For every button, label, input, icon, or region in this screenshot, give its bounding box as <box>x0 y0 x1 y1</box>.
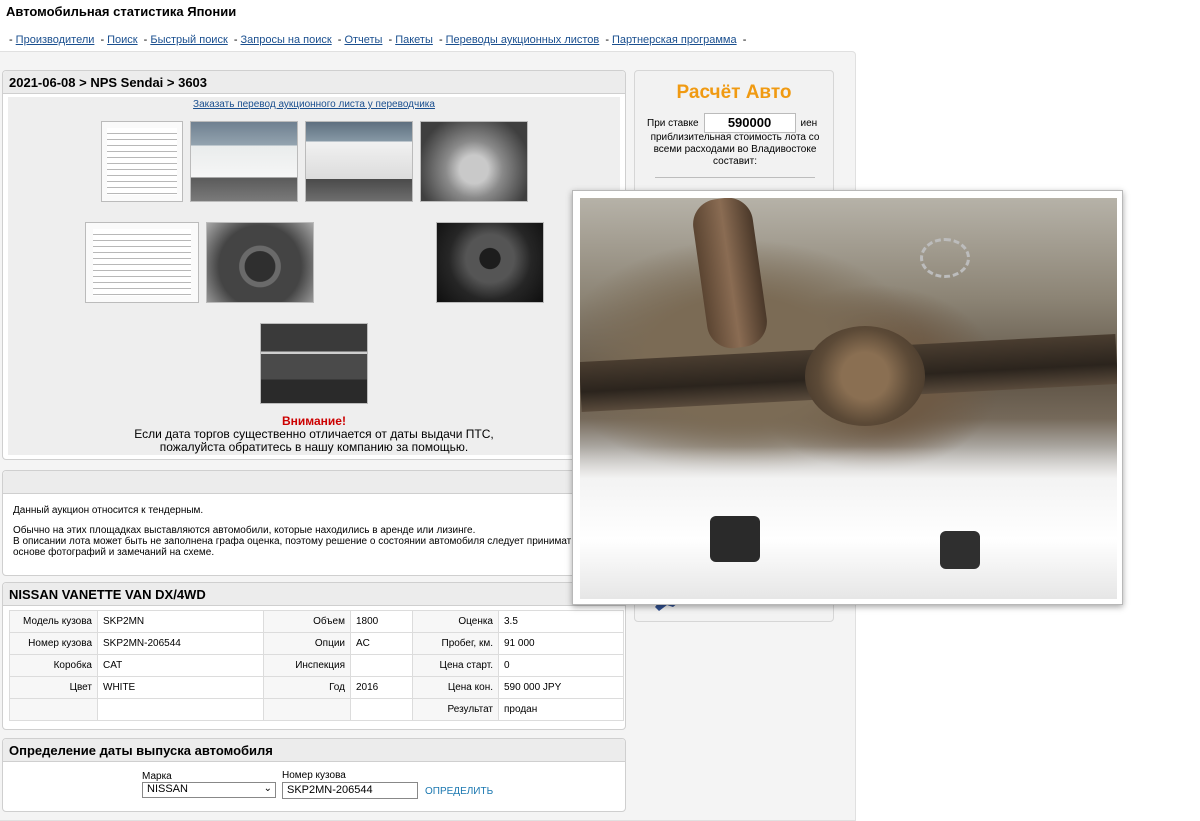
body-number-label: Номер кузова <box>282 770 346 781</box>
spec-label: Коробка <box>9 654 98 677</box>
spec-value: 2016 <box>350 676 413 699</box>
spec-value: 1800 <box>350 610 413 633</box>
spec-value: SKP2MN-206544 <box>97 632 264 655</box>
table-row: Цвет WHITE Год 2016 Цена кон. 590 000 JP… <box>9 676 624 699</box>
bid-input[interactable]: 590000 <box>703 113 796 133</box>
spec-label: Оценка <box>412 610 499 633</box>
bid-row: При ставке 590000 иен <box>647 113 827 133</box>
lot-gallery-panel: 2021-06-08 > NPS Sendai > 3603 Заказать … <box>2 70 626 460</box>
spec-label: Инспекция <box>263 654 351 677</box>
nav-partner-program[interactable]: Партнерская программа <box>612 34 737 46</box>
car-info-panel: NISSAN VANETTE VAN DX/4WD Модель кузова … <box>2 582 626 730</box>
make-selected-value: NISSAN <box>147 783 188 795</box>
nav-packages[interactable]: Пакеты <box>395 34 433 46</box>
car-title: NISSAN VANETTE VAN DX/4WD <box>3 583 625 606</box>
tender-line-4: основе фотографий и замечаний на схеме. <box>13 547 215 558</box>
spec-value: WHITE <box>97 676 264 699</box>
spec-value: продан <box>498 698 624 721</box>
auction-sheet-2-thumbnail[interactable] <box>85 222 199 303</box>
make-label: Марка <box>142 771 172 782</box>
nav-reports[interactable]: Отчеты <box>344 34 382 46</box>
body-number-input[interactable]: SKP2MN-206544 <box>282 782 418 799</box>
spec-value: CAT <box>97 654 264 677</box>
table-row: Результат продан <box>9 698 624 721</box>
spec-label: Цена кон. <box>412 676 499 699</box>
spec-value: 590 000 JPY <box>498 676 624 699</box>
spec-label: Модель кузова <box>9 610 98 633</box>
spec-value: 3.5 <box>498 610 624 633</box>
attention-notice: Внимание! Если дата торгов существенно о… <box>8 415 620 454</box>
nav-search[interactable]: Поиск <box>107 34 137 46</box>
order-translation-link[interactable]: Заказать перевод аукционного листа у пер… <box>8 99 620 110</box>
calc-description: приблизительная стоимость лота со всеми … <box>650 132 820 167</box>
spec-value: SKP2MN <box>97 610 264 633</box>
photo-cargo-thumbnail[interactable] <box>420 121 528 202</box>
spec-label: Опции <box>263 632 351 655</box>
spec-label: Результат <box>412 698 499 721</box>
tender-line-3: В описании лота может быть не заполнена … <box>13 536 572 547</box>
currency-label: иен <box>800 117 818 129</box>
car-specs-table: Модель кузова SKP2MN Объем 1800 Оценка 3… <box>9 610 624 721</box>
spec-value <box>350 654 413 677</box>
spec-value <box>350 698 413 721</box>
year-lookup-panel: Определение даты выпуска автомобиля Марк… <box>2 738 626 812</box>
nav-quick-search[interactable]: Быстрый поиск <box>150 34 227 46</box>
make-select[interactable]: NISSAN ⌄ <box>142 782 276 798</box>
photo-front-thumbnail[interactable] <box>190 121 298 202</box>
auction-sheet-thumbnail[interactable] <box>101 121 183 202</box>
spec-label: Цена старт. <box>412 654 499 677</box>
photo-steering-thumbnail[interactable] <box>206 222 314 303</box>
tender-line-2: Обычно на этих площадках выставляются ав… <box>13 525 476 536</box>
photo-shifter-thumbnail[interactable] <box>436 222 544 303</box>
spec-label: Год <box>263 676 351 699</box>
top-nav: - Производители - Поиск - Быстрый поиск - За… <box>9 34 747 46</box>
year-lookup-title: Определение даты выпуска автомобиля <box>3 739 625 762</box>
lot-header: 2021-06-08 > NPS Sendai > 3603 <box>3 71 625 94</box>
spec-value: AC <box>350 632 413 655</box>
spec-label <box>263 698 351 721</box>
spec-label: Номер кузова <box>9 632 98 655</box>
chevron-down-icon: ⌄ <box>263 783 272 794</box>
spec-label: Объем <box>263 610 351 633</box>
calc-divider <box>655 177 815 178</box>
photo-gallery: Заказать перевод аукционного листа у пер… <box>8 97 620 455</box>
spec-label: Пробег, км. <box>412 632 499 655</box>
spec-value <box>97 698 264 721</box>
photo-lightbox[interactable] <box>572 190 1123 605</box>
determine-button[interactable]: ОПРЕДЕЛИТЬ <box>425 786 493 797</box>
spec-label: Цвет <box>9 676 98 699</box>
attention-line-2: пожалуйста обратитесь в нашу компанию за… <box>159 440 469 454</box>
nav-manufacturers[interactable]: Производители <box>16 34 95 46</box>
table-row: Коробка CAT Инспекция Цена старт. 0 <box>9 654 624 677</box>
photo-climate-thumbnail[interactable] <box>260 323 368 404</box>
spec-label <box>9 698 98 721</box>
table-row: Номер кузова SKP2MN-206544 Опции AC Проб… <box>9 632 624 655</box>
spec-value: 0 <box>498 654 624 677</box>
tender-line-1: Данный аукцион относится к тендерным. <box>13 505 204 516</box>
table-row: Модель кузова SKP2MN Объем 1800 Оценка 3… <box>9 610 624 633</box>
bid-label: При ставке <box>647 117 699 129</box>
enlarged-undercarriage-photo[interactable] <box>580 198 1117 599</box>
tender-text: Данный аукцион относится к тендерным. Об… <box>13 505 619 558</box>
site-title: Автомобильная статистика Японии <box>6 4 237 19</box>
spec-value: 91 000 <box>498 632 624 655</box>
photo-rear-thumbnail[interactable] <box>305 121 413 202</box>
tender-header <box>3 471 625 494</box>
nav-auction-translations[interactable]: Переводы аукционных листов <box>446 34 600 46</box>
tender-info-panel: Данный аукцион относится к тендерным. Об… <box>2 470 626 576</box>
nav-search-requests[interactable]: Запросы на поиск <box>241 34 332 46</box>
calc-title: Расчёт Авто <box>676 82 792 103</box>
